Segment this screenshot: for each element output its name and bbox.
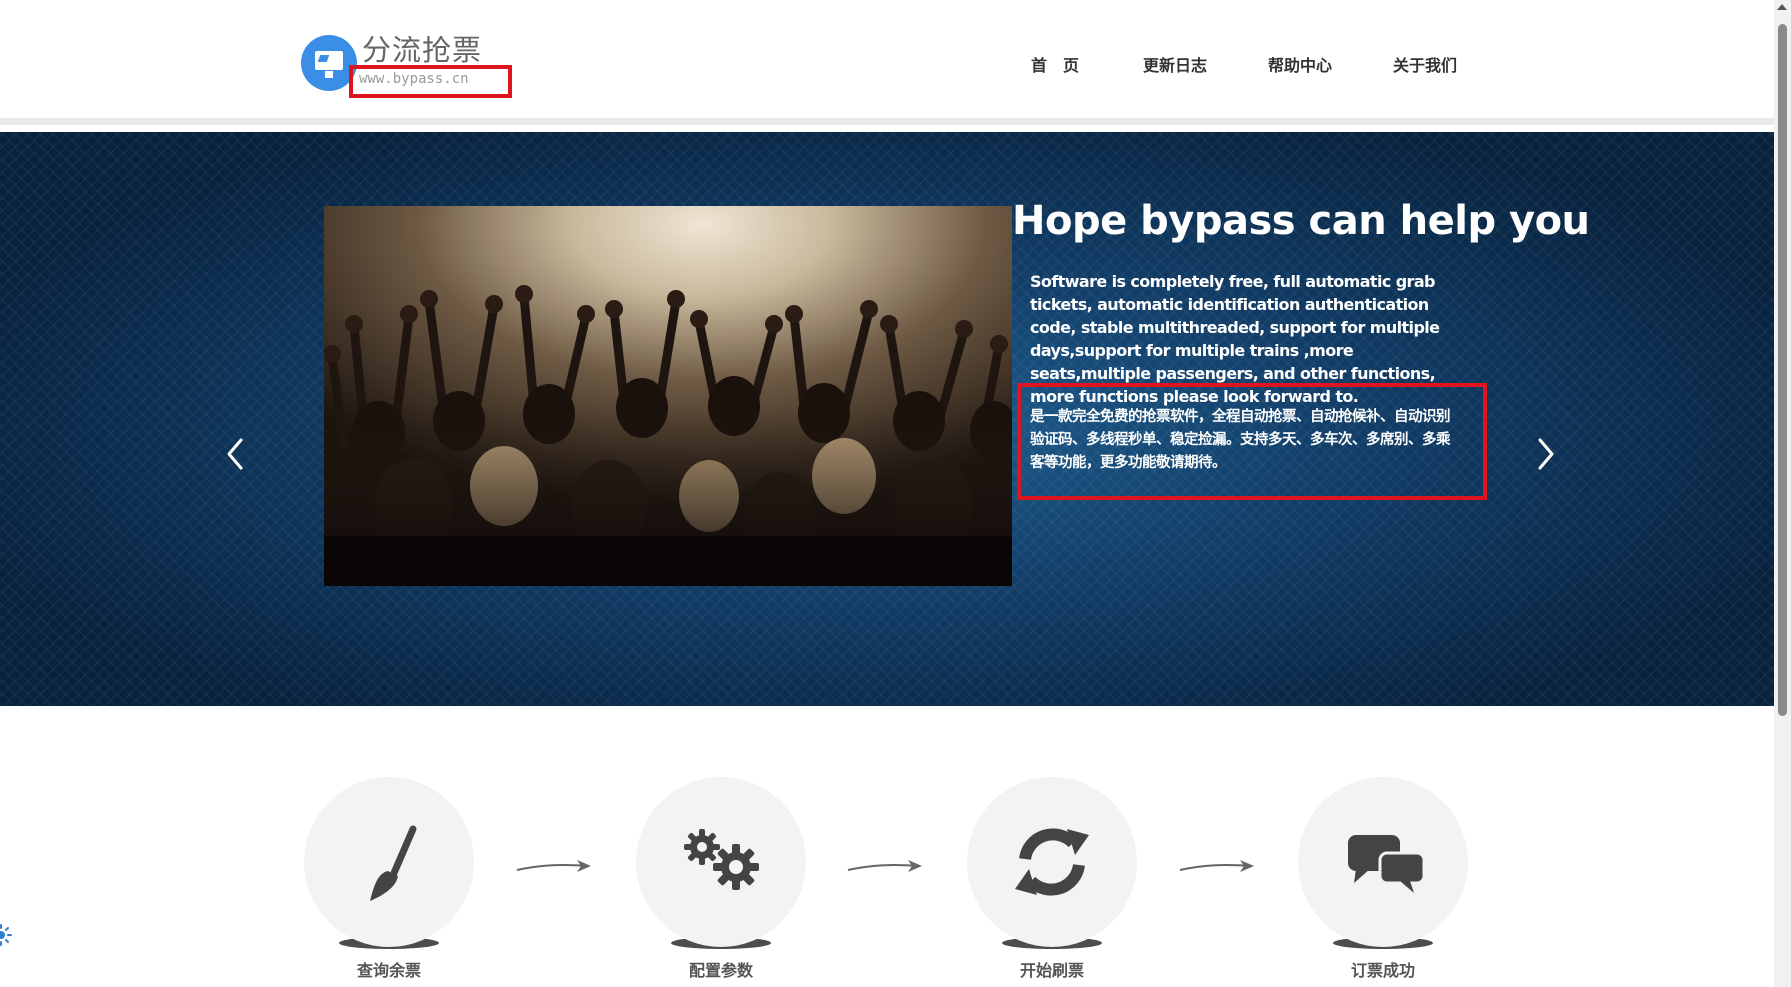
scrollbar-thumb[interactable] [1778,24,1787,716]
settings-sun-icon[interactable] [0,924,12,946]
step-arrow-3 [1179,860,1254,872]
scroll-up-arrow-icon[interactable] [1777,4,1787,10]
step-query-tickets[interactable] [304,777,474,947]
carousel-prev-arrow[interactable] [219,432,253,476]
step-label-config-params: 配置参数 [688,961,753,980]
vertical-scrollbar[interactable] [1774,0,1791,987]
nav-home[interactable]: 首 页 [1031,52,1079,76]
step-label-query-tickets: 查询余票 [356,961,421,980]
nav-changelog[interactable]: 更新日志 [1143,52,1207,76]
step-arrow-2 [847,860,922,872]
hero-heading: Hope bypass can help you [1012,198,1590,244]
gears-icon [684,829,759,890]
step-config-params[interactable] [636,777,806,947]
logo-url-highlight [349,65,512,98]
refresh-icon [1015,828,1089,896]
step-label-booking-success: 订票成功 [1350,961,1415,980]
nav-help-center[interactable]: 帮助中心 [1268,52,1332,76]
step-arrow-1 [516,860,591,872]
site-header: 分流抢票 www.bypass.cn 首 页 更新日志 帮助中心 关于我们 [0,0,1774,125]
chat-bubbles-icon [1348,835,1426,893]
hero-banner: Hope bypass can help you Software is com… [0,132,1774,706]
nav-about-us[interactable]: 关于我们 [1393,52,1457,76]
logo-title[interactable]: 分流抢票 [362,36,482,68]
paintbrush-icon [370,825,417,901]
concert-crowd-image [324,206,1012,586]
carousel-next-arrow[interactable] [1528,432,1562,476]
step-label-start-refresh: 开始刷票 [1019,961,1084,980]
step-start-refresh[interactable] [967,777,1137,947]
hero-description-cn-highlight [1017,383,1487,500]
step-booking-success[interactable] [1298,777,1468,947]
